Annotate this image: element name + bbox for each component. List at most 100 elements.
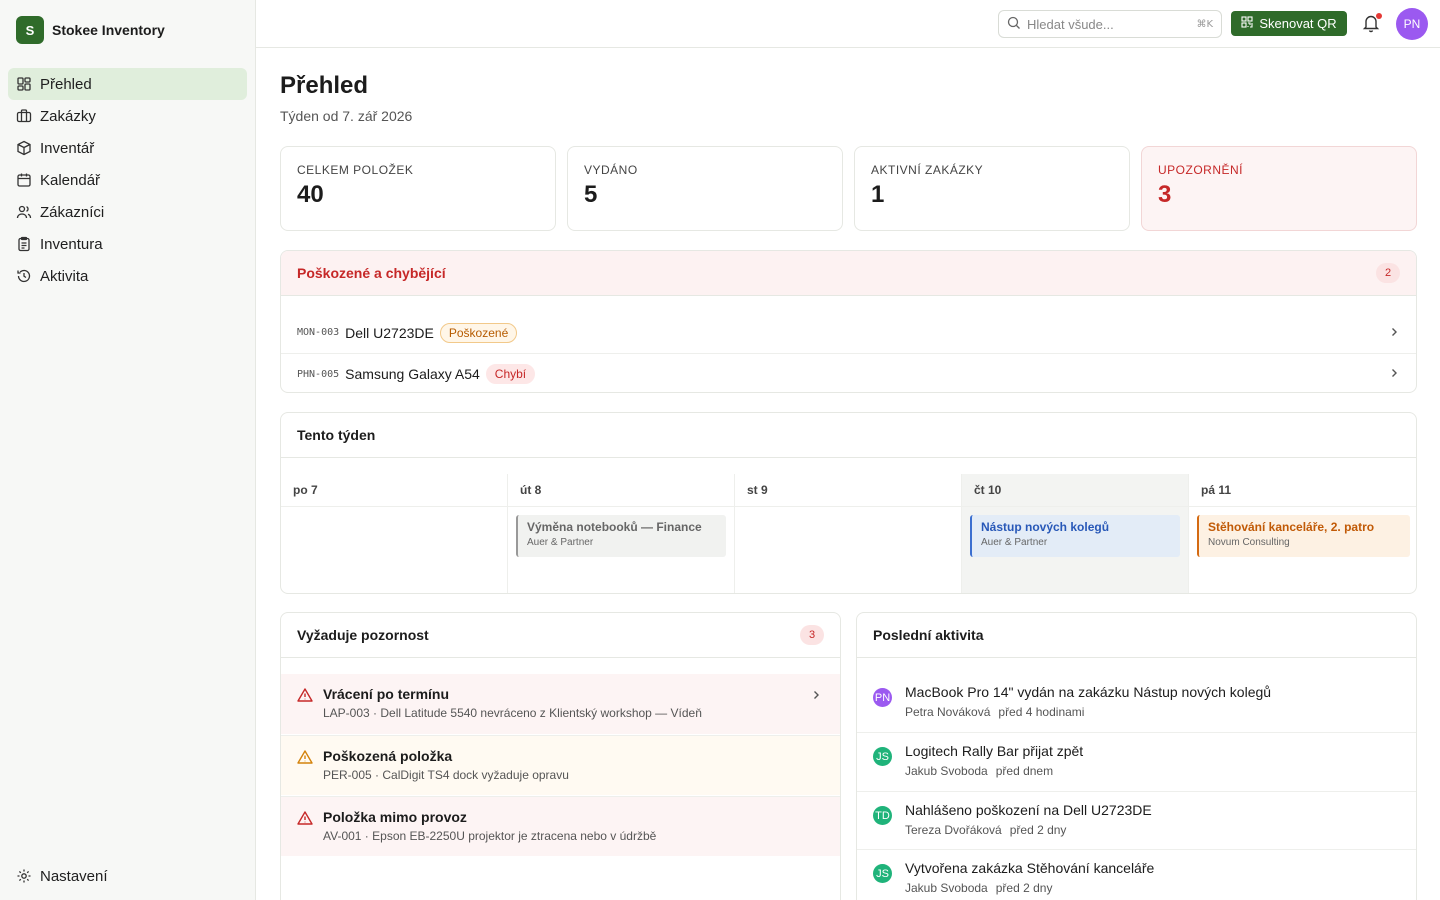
sidebar: S Stokee Inventory Přehled Zakázky Inven… [0,0,256,900]
attention-item[interactable]: Položka mimo provoz AV-001 · Epson EB-22… [281,796,840,856]
chevron-right-icon [810,688,822,704]
status-badge: Chybí [485,364,536,384]
day-column[interactable]: po 7 [281,474,508,593]
damaged-row[interactable]: MON-003 Dell U2723DE Poškozené [281,312,1416,353]
card-header: Vyžaduje pozornost 3 [281,613,840,658]
attention-title: Položka mimo provoz [323,809,467,825]
calendar-event[interactable]: Výměna notebooků — Finance Auer & Partne… [516,515,726,557]
activity-card: Poslední aktivita PN MacBook Pro 14" vyd… [856,612,1417,900]
stat-card-alerts[interactable]: Upozornění 3 [1141,146,1417,231]
activity-user: Tereza Dvořáková [905,823,1002,837]
attention-title: Vrácení po termínu [323,686,450,702]
calendar-event[interactable]: Nástup nových kolegů Auer & Partner [970,515,1180,557]
event-title: Výměna notebooků — Finance [527,520,702,534]
scan-qr-label: Skenovat QR [1259,16,1337,31]
damaged-missing-card: Poškozené a chybějící 2 MON-003 Dell U27… [280,250,1417,393]
day-column[interactable]: út 8 Výměna notebooků — Finance Auer & P… [508,474,735,593]
clipboard-icon [16,236,32,252]
notifications-button[interactable] [1362,13,1382,35]
sidebar-bottom: Nastavení [8,860,247,892]
box-icon [16,140,32,156]
week-card: Tento týden po 7 út 8 Výměna notebooků —… [280,412,1417,594]
stat-value: 3 [1158,181,1172,208]
chevron-right-icon [1388,325,1400,341]
activity-time: před dnem [995,764,1054,778]
avatar: JS [873,747,892,766]
scan-qr-button[interactable]: Skenovat QR [1231,11,1347,36]
attention-detail: AV-001 · Epson EB-2250U projektor je ztr… [323,829,657,843]
sidebar-item-label: Inventář [40,139,95,157]
stat-value: 5 [584,181,598,208]
sidebar-item-aktivita[interactable]: Aktivita [8,260,247,292]
bell-icon [1362,15,1380,36]
activity-time: před 2 dny [1009,823,1067,837]
card-title: Vyžaduje pozornost [297,627,429,643]
sidebar-item-label: Nastavení [40,867,108,885]
sidebar-item-kalendar[interactable]: Kalendář [8,164,247,196]
attention-item[interactable]: Vrácení po termínu LAP-003 · Dell Latitu… [281,674,840,734]
attention-item[interactable]: Poškozená položka PER-005 · CalDigit TS4… [281,735,840,795]
search-icon [1007,16,1021,33]
sidebar-item-zakazky[interactable]: Zakázky [8,100,247,132]
damaged-row[interactable]: PHN-005 Samsung Galaxy A54 Chybí [281,353,1416,392]
sidebar-item-zakaznici[interactable]: Zákazníci [8,196,247,228]
event-title: Nástup nových kolegů [981,520,1110,534]
activity-time: před 2 dny [995,881,1053,895]
activity-meta: Jakub Svoboda před 2 dny [905,881,1400,895]
day-label: út 8 [508,474,734,507]
notification-dot [1376,13,1382,19]
warning-icon [297,687,313,703]
sidebar-item-nastaveni[interactable]: Nastavení [8,860,247,892]
search-input[interactable]: Hledat všude... ⌘K [998,10,1222,38]
activity-meta: Tereza Dvořáková před 2 dny [905,823,1400,837]
sidebar-item-label: Aktivita [40,267,89,285]
activity-item[interactable]: JS Vytvořena zakázka Stěhování kanceláře… [857,849,1416,900]
sidebar-item-label: Inventura [40,235,103,253]
brand-name: Stokee Inventory [52,22,165,38]
card-title: Poslední aktivita [873,627,984,643]
sidebar-item-label: Zákazníci [40,203,105,221]
sidebar-item-inventura[interactable]: Inventura [8,228,247,260]
activity-item[interactable]: TD Nahlášeno poškození na Dell U2723DE T… [857,791,1416,849]
warning-icon [297,749,313,765]
topbar: Hledat všude... ⌘K Skenovat QR PN [256,0,1440,48]
day-label: st 9 [735,474,961,507]
item-code: PHN-005 [297,368,340,380]
activity-item[interactable]: JS Logitech Rally Bar přijat zpět Jakub … [857,732,1416,790]
count-badge: 3 [800,625,824,645]
search-placeholder: Hledat všude... [1027,16,1114,32]
warning-icon [297,810,313,826]
activity-text: Logitech Rally Bar přijat zpět [905,743,1084,759]
activity-item[interactable]: PN MacBook Pro 14" vydán na zakázku Nást… [857,674,1416,732]
card-title: Tento týden [297,427,376,443]
dashboard-icon [16,76,32,92]
attention-card: Vyžaduje pozornost 3 Vrácení po termínu … [280,612,841,900]
card-header: Tento týden [281,413,1416,458]
day-label: čt 10 [962,474,1188,507]
attention-title: Poškozená položka [323,748,453,764]
stat-label: Aktivní zakázky [871,163,984,177]
sidebar-item-label: Zakázky [40,107,96,125]
item-name: Samsung Galaxy A54 [345,366,480,382]
stat-card-issued[interactable]: Vydáno 5 [567,146,843,231]
calendar-event[interactable]: Stěhování kanceláře, 2. patro Novum Cons… [1197,515,1410,557]
count-badge: 2 [1376,263,1400,283]
day-column[interactable]: st 9 [735,474,962,593]
page-subtitle: Týden od 7. zář 2026 [280,108,413,124]
activity-text: Nahlášeno poškození na Dell U2723DE [905,802,1152,818]
briefcase-icon [16,108,32,124]
day-label: pá 11 [1189,474,1416,507]
brand[interactable]: S Stokee Inventory [0,0,255,60]
day-label: po 7 [281,474,507,507]
stat-card-active-orders[interactable]: Aktivní zakázky 1 [854,146,1130,231]
day-column[interactable]: pá 11 Stěhování kanceláře, 2. patro Novu… [1189,474,1416,593]
day-column-today[interactable]: čt 10 Nástup nových kolegů Auer & Partne… [962,474,1189,593]
sidebar-nav: Přehled Zakázky Inventář Kalendář Zákazn… [0,68,255,292]
stat-value: 1 [871,181,885,208]
history-icon [16,268,32,284]
event-client: Novum Consulting [1208,537,1290,548]
sidebar-item-prehled[interactable]: Přehled [8,68,247,100]
stat-card-total[interactable]: Celkem položek 40 [280,146,556,231]
sidebar-item-inventar[interactable]: Inventář [8,132,247,164]
user-avatar[interactable]: PN [1396,8,1428,40]
